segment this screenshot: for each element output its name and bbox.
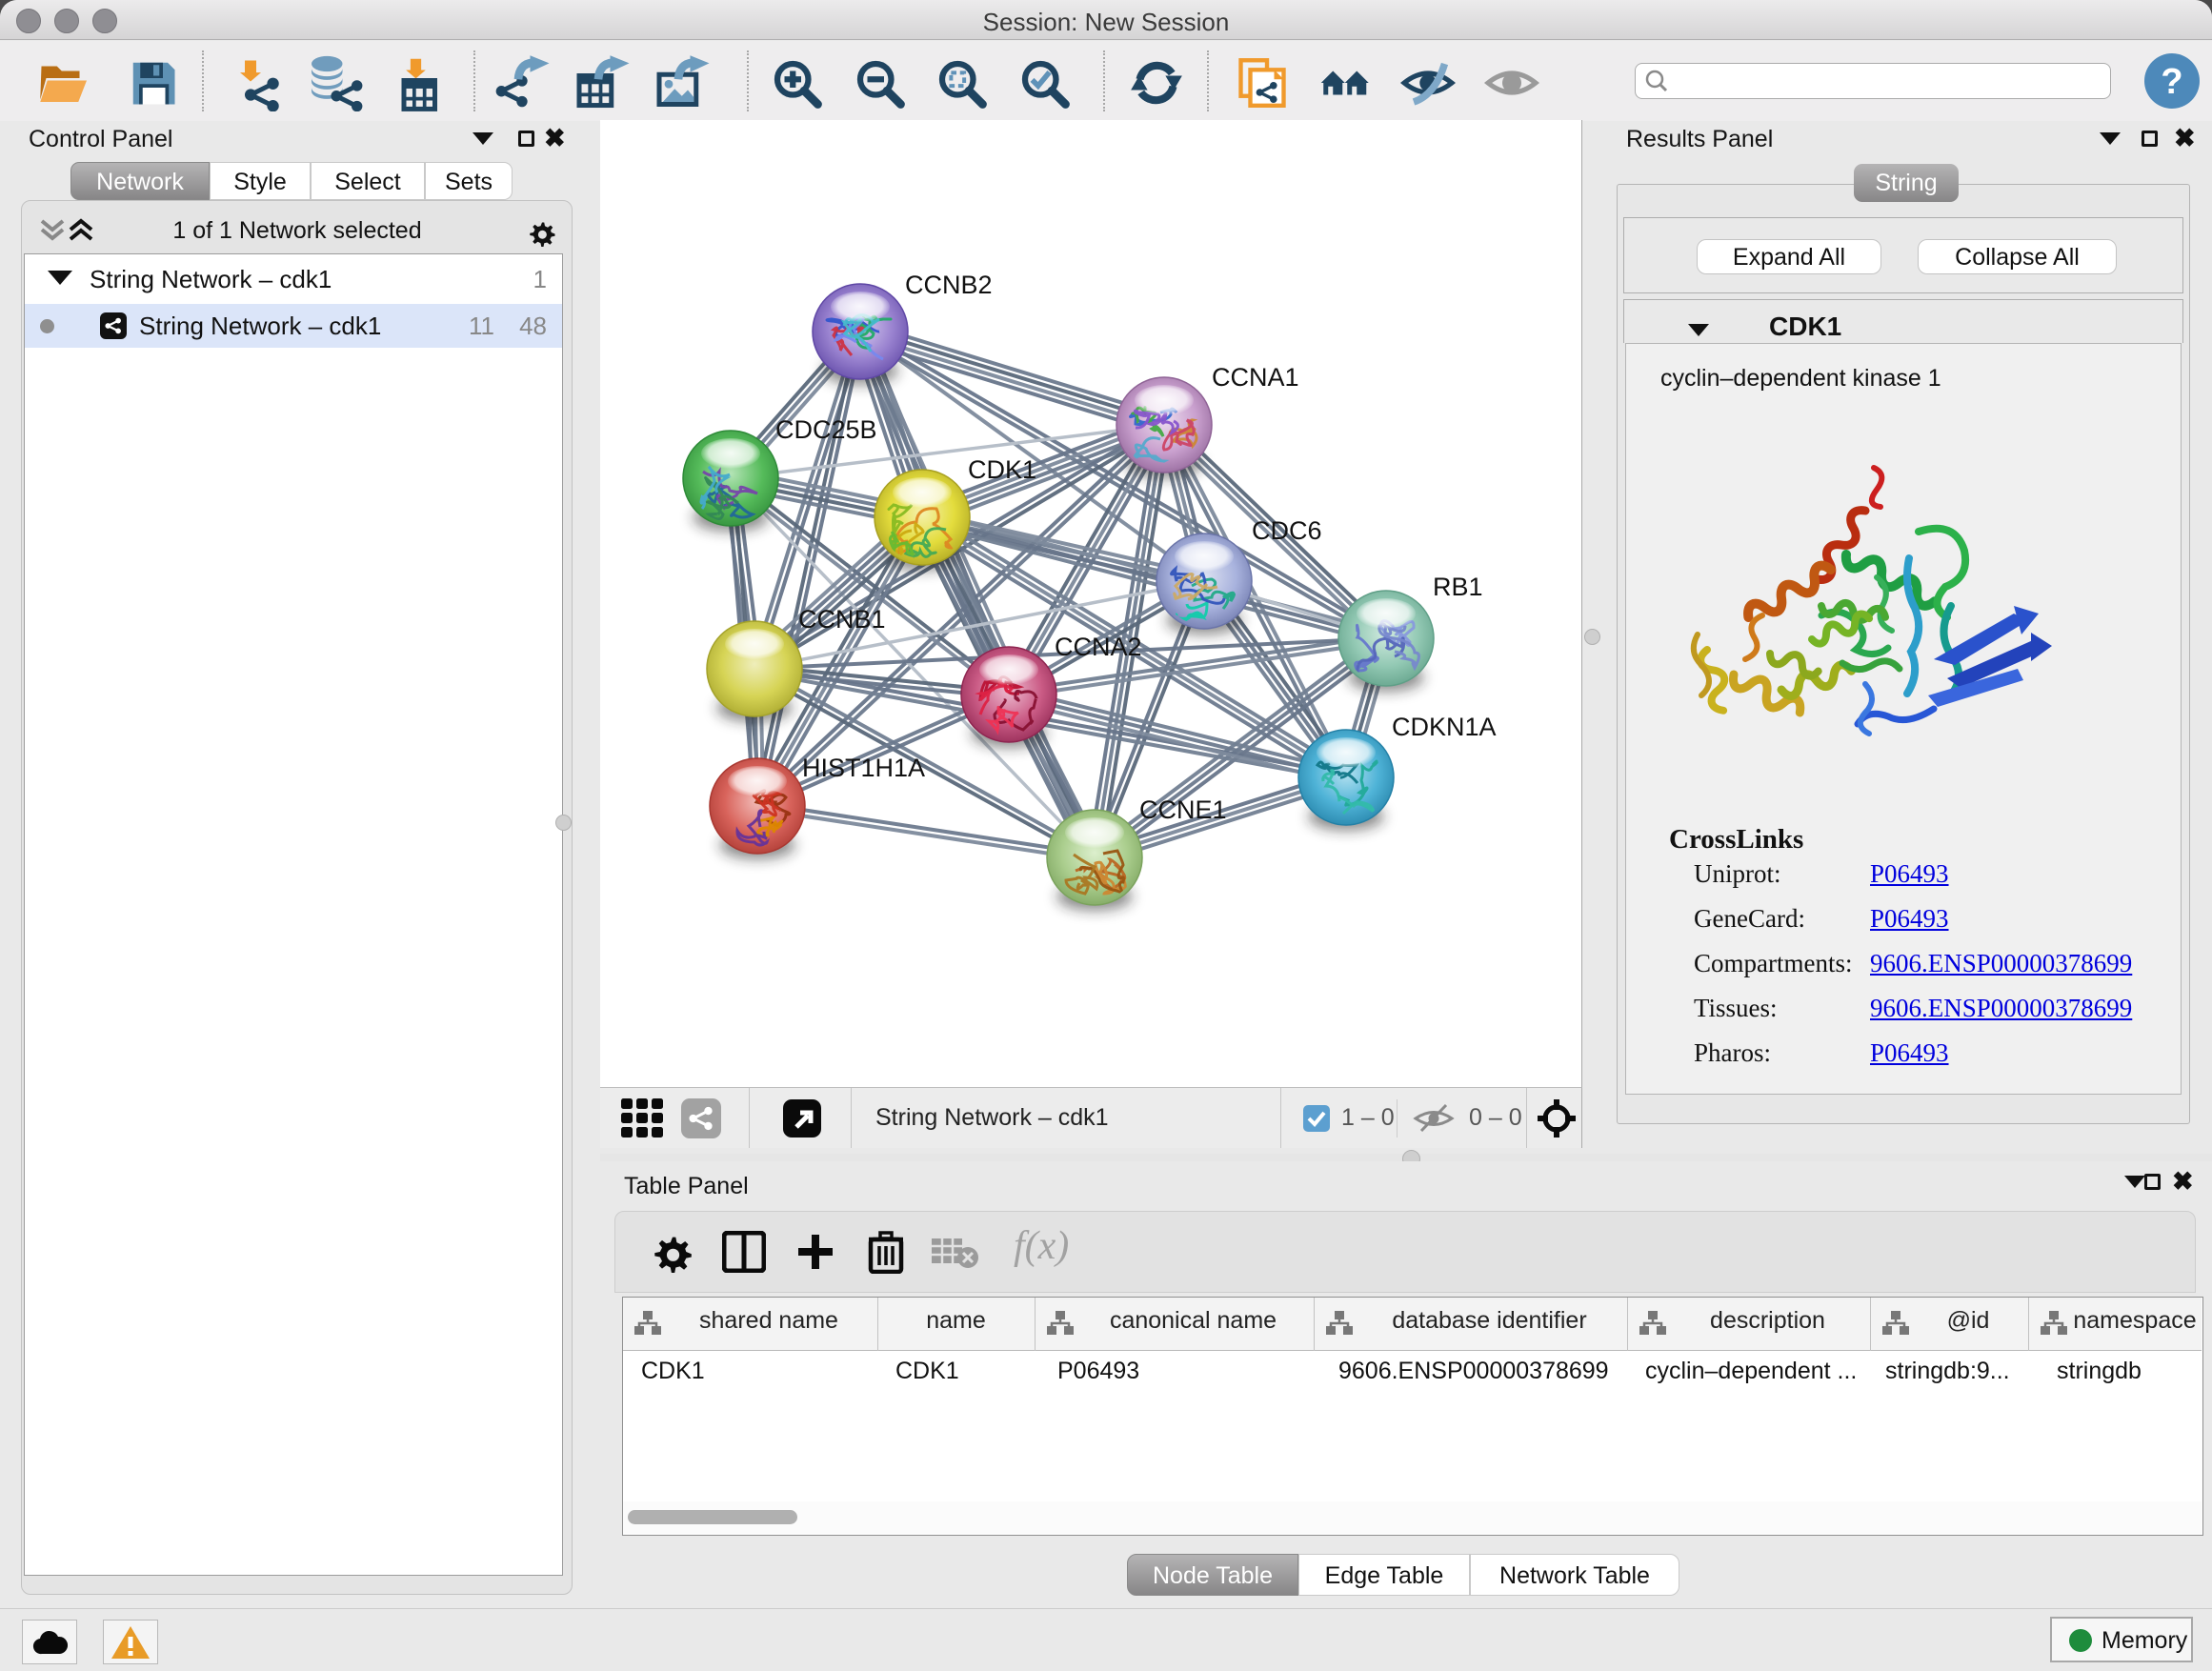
svg-text:CCNB2: CCNB2 — [905, 271, 993, 299]
svg-text:HIST1H1A: HIST1H1A — [802, 754, 925, 782]
svg-text:CCNA1: CCNA1 — [1212, 363, 1299, 392]
svg-text:CDC25B: CDC25B — [775, 415, 877, 444]
svg-text:CDK1: CDK1 — [968, 455, 1036, 484]
svg-text:CDC6: CDC6 — [1252, 516, 1322, 545]
svg-text:CCNB1: CCNB1 — [798, 605, 886, 634]
svg-text:?: ? — [2161, 62, 2182, 102]
svg-text:CCNE1: CCNE1 — [1139, 795, 1227, 824]
svg-text:CCNA2: CCNA2 — [1055, 633, 1142, 661]
svg-text:CDKN1A: CDKN1A — [1392, 713, 1497, 741]
svg-text:RB1: RB1 — [1433, 573, 1483, 601]
